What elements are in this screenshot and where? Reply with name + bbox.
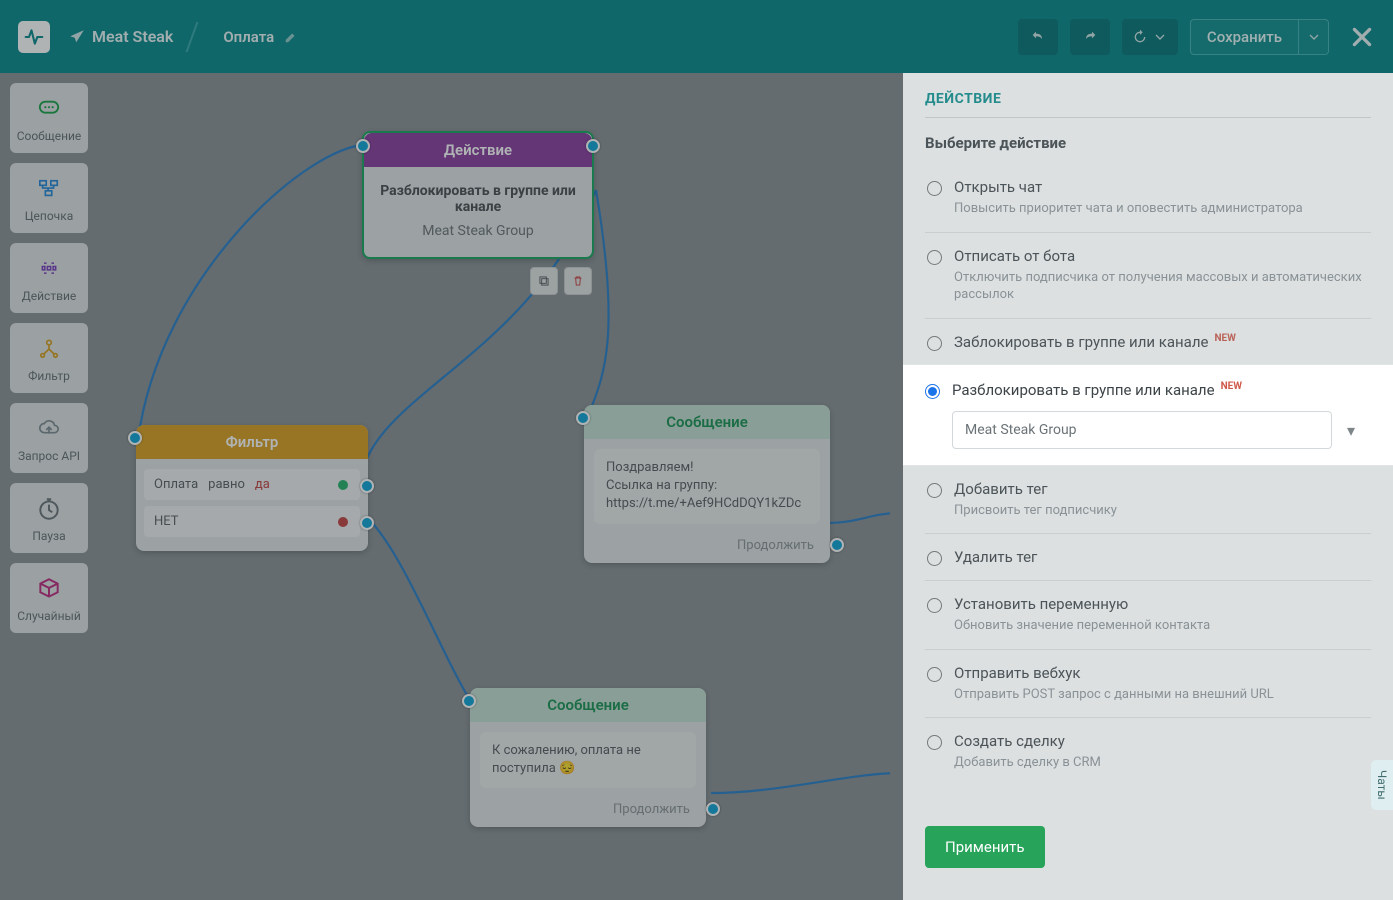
opt-del-tag[interactable]: Удалить тег	[925, 533, 1371, 580]
opt-unblock-group[interactable]: Разблокировать в группе или каналеNEW Me…	[903, 364, 1393, 466]
radio-unblock[interactable]	[925, 384, 940, 399]
radio-deal[interactable]	[927, 735, 942, 750]
radio-add-tag[interactable]	[927, 483, 942, 498]
opt-set-var[interactable]: Установить переменную Обновить значение …	[925, 580, 1371, 649]
panel-subtitle: Выберите действие	[925, 134, 1371, 152]
opt-add-tag[interactable]: Добавить тег Присвоить тег подписчику	[925, 465, 1371, 534]
apply-button[interactable]: Применить	[925, 826, 1045, 868]
new-badge: NEW	[1214, 333, 1235, 344]
radio-unsub[interactable]	[927, 250, 942, 265]
radio-del-tag[interactable]	[927, 551, 942, 566]
panel-heading: ДЕЙСТВИЕ	[925, 91, 1371, 118]
radio-open-chat[interactable]	[927, 181, 942, 196]
chats-side-tab[interactable]: Чаты	[1371, 760, 1393, 810]
radio-set-var[interactable]	[927, 598, 942, 613]
action-panel: ДЕЙСТВИЕ Выберите действие Открыть чат П…	[903, 73, 1393, 900]
radio-block[interactable]	[927, 336, 942, 351]
opt-create-deal[interactable]: Создать сделку Добавить сделку в CRM	[925, 717, 1371, 786]
opt-webhook[interactable]: Отправить вебхук Отправить POST запрос с…	[925, 649, 1371, 718]
opt-unsubscribe[interactable]: Отписать от бота Отключить подписчика от…	[925, 232, 1371, 318]
opt-open-chat[interactable]: Открыть чат Повысить приоритет чата и оп…	[925, 164, 1371, 232]
radio-webhook[interactable]	[927, 667, 942, 682]
new-badge: NEW	[1221, 381, 1242, 392]
opt-block-group[interactable]: Заблокировать в группе или каналеNEW	[925, 318, 1371, 365]
unblock-group-select[interactable]: Meat Steak Group	[952, 411, 1332, 449]
